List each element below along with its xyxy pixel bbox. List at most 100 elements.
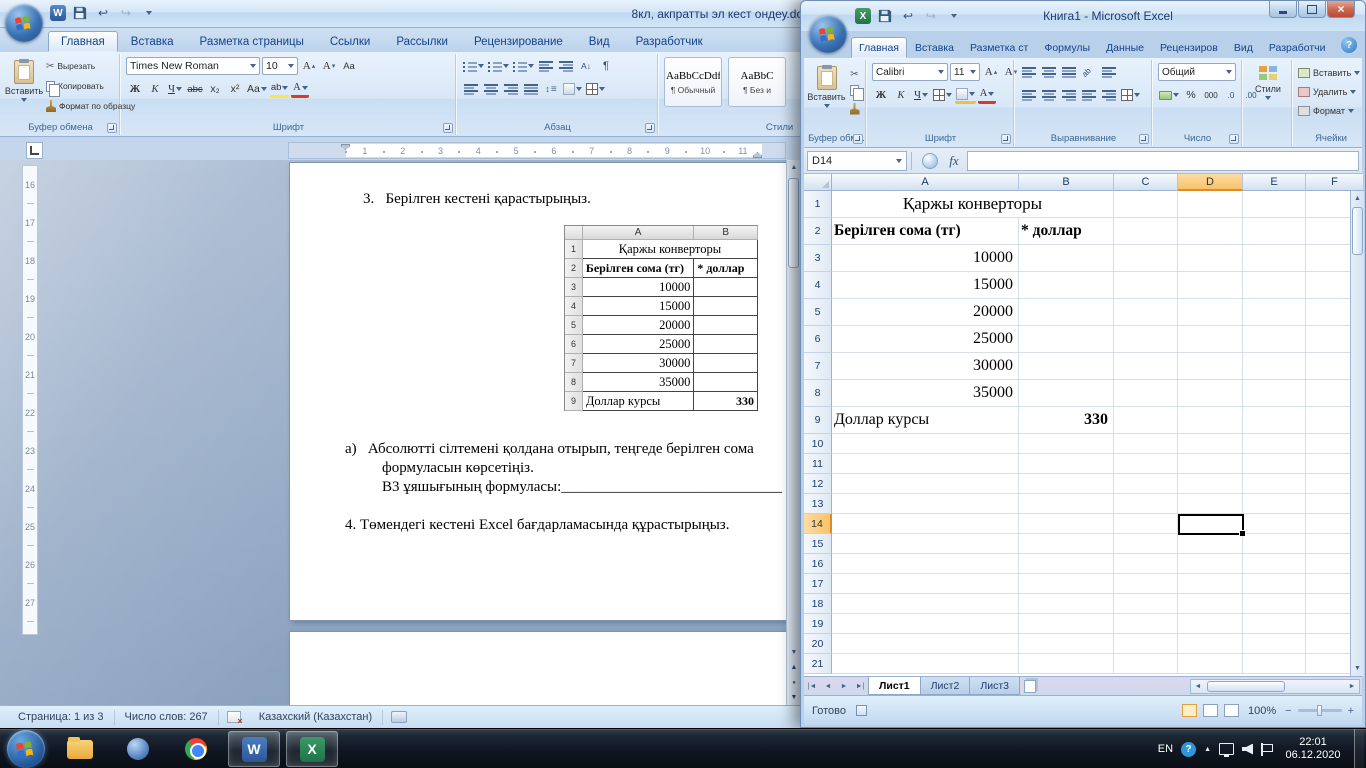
save-button[interactable] — [876, 7, 894, 25]
cell-D6[interactable] — [1178, 326, 1243, 353]
grow-font-button[interactable] — [982, 63, 1000, 81]
cell-A11[interactable] — [832, 454, 1019, 474]
cell-A15[interactable] — [832, 534, 1019, 554]
cell-B15[interactable] — [1019, 534, 1114, 554]
minimize-button[interactable] — [1269, 1, 1297, 18]
cell-A7[interactable]: 30000 — [832, 353, 1019, 380]
row-header-20[interactable]: 20 — [804, 634, 832, 654]
row-header-1[interactable]: 1 — [804, 191, 832, 218]
format-painter-button[interactable] — [846, 101, 863, 116]
clock[interactable]: 22:01 06.12.2020 — [1280, 736, 1346, 762]
cell-E12[interactable] — [1243, 474, 1306, 494]
cell-D17[interactable] — [1178, 574, 1243, 594]
save-button[interactable] — [71, 4, 89, 22]
select-all-button[interactable] — [804, 174, 832, 191]
cell-C3[interactable] — [1114, 245, 1178, 272]
taskbar-item-word[interactable] — [228, 731, 280, 767]
cell-styles-button[interactable]: Стили — [1248, 63, 1288, 129]
cell-E10[interactable] — [1243, 434, 1306, 454]
maximize-button[interactable] — [1298, 1, 1326, 18]
show-desktop-button[interactable] — [1354, 729, 1364, 768]
cut-button[interactable]: Вырезать — [46, 58, 95, 74]
action-center-icon[interactable] — [1261, 743, 1272, 756]
taskbar-item-chrome[interactable] — [170, 731, 222, 767]
cell-E7[interactable] — [1243, 353, 1306, 380]
cell-B9[interactable]: 330 — [1019, 407, 1114, 434]
undo-button[interactable] — [899, 7, 917, 25]
column-header-F[interactable]: F — [1306, 174, 1364, 191]
taskbar-item-explorer[interactable] — [54, 731, 106, 767]
cell-A17[interactable] — [832, 574, 1019, 594]
horizontal-ruler[interactable]: 1234567891011 — [288, 142, 786, 159]
row-header-11[interactable]: 11 — [804, 454, 832, 474]
row-header-10[interactable]: 10 — [804, 434, 832, 454]
excel-tab-Главная[interactable]: Главная — [851, 37, 907, 58]
scroll-right-button[interactable]: ► — [1345, 683, 1359, 690]
cell-D12[interactable] — [1178, 474, 1243, 494]
cell-E5[interactable] — [1243, 299, 1306, 326]
cell-D13[interactable] — [1178, 494, 1243, 514]
word-vscrollbar[interactable] — [786, 160, 800, 705]
cell-A20[interactable] — [832, 634, 1019, 654]
cell-E9[interactable] — [1243, 407, 1306, 434]
scroll-down-button[interactable] — [1351, 661, 1364, 676]
taskbar-item-excel[interactable] — [286, 731, 338, 767]
row-header-6[interactable]: 6 — [804, 326, 832, 353]
cell-E14[interactable] — [1243, 514, 1306, 534]
cell-E15[interactable] — [1243, 534, 1306, 554]
redo-button[interactable] — [922, 7, 940, 25]
show-hidden-icons-button[interactable] — [1204, 746, 1211, 753]
zoom-slider[interactable] — [1298, 709, 1342, 712]
cell-A4[interactable]: 15000 — [832, 272, 1019, 299]
row-header-12[interactable]: 12 — [804, 474, 832, 494]
accounting-format-button[interactable] — [1158, 86, 1180, 104]
formula-bar-button[interactable] — [922, 153, 938, 169]
row-header-13[interactable]: 13 — [804, 494, 832, 514]
excel-tab-Разметка ст[interactable]: Разметка ст — [962, 37, 1036, 58]
cell-A19[interactable] — [832, 614, 1019, 634]
font-dialog-launcher[interactable] — [1001, 134, 1011, 144]
row-header-21[interactable]: 21 — [804, 654, 832, 674]
align-top-button[interactable] — [1020, 63, 1038, 81]
highlight-button[interactable]: ab — [270, 80, 290, 98]
help-icon[interactable] — [1341, 37, 1357, 53]
undo-button[interactable] — [94, 4, 112, 22]
excel-vscrollbar[interactable] — [1350, 191, 1364, 676]
align-bottom-button[interactable] — [1060, 63, 1078, 81]
row-header-17[interactable]: 17 — [804, 574, 832, 594]
office-button[interactable] — [5, 4, 43, 42]
cell-B4[interactable] — [1019, 272, 1114, 299]
cell-B13[interactable] — [1019, 494, 1114, 514]
select-browse-object-button[interactable] — [787, 675, 801, 690]
tab-selector[interactable] — [26, 142, 43, 159]
name-box[interactable]: D14 — [807, 151, 907, 171]
cell-B8[interactable] — [1019, 380, 1114, 407]
cell-C13[interactable] — [1114, 494, 1178, 514]
insert-cells-button[interactable]: Вставить — [1298, 64, 1360, 81]
cell-D16[interactable] — [1178, 554, 1243, 574]
column-header-E[interactable]: E — [1243, 174, 1306, 191]
row-header-18[interactable]: 18 — [804, 594, 832, 614]
change-case-button[interactable]: Aa — [246, 80, 268, 98]
superscript-button[interactable]: x² — [226, 80, 244, 98]
cell-E4[interactable] — [1243, 272, 1306, 299]
language-indicator[interactable]: Казахский (Казахстан) — [249, 710, 383, 725]
row-header-5[interactable]: 5 — [804, 299, 832, 326]
cell-B2[interactable]: * доллар — [1019, 218, 1114, 245]
proofing-status-icon[interactable] — [227, 711, 241, 723]
copy-button[interactable]: Копировать — [46, 78, 104, 94]
cut-button[interactable] — [846, 65, 863, 80]
cell-A12[interactable] — [832, 474, 1019, 494]
cell-A3[interactable]: 10000 — [832, 245, 1019, 272]
word-tab-Разметка страницы[interactable]: Разметка страницы — [187, 31, 317, 52]
cell-A18[interactable] — [832, 594, 1019, 614]
cell-D18[interactable] — [1178, 594, 1243, 614]
scroll-up-button[interactable] — [787, 160, 801, 175]
font-color-button[interactable]: А — [978, 86, 996, 104]
column-header-B[interactable]: B — [1019, 174, 1114, 191]
cell-E21[interactable] — [1243, 654, 1306, 674]
cell-C9[interactable] — [1114, 407, 1178, 434]
cell-C1[interactable] — [1114, 191, 1178, 218]
next-sheet-button[interactable] — [836, 677, 852, 695]
cell-E1[interactable] — [1243, 191, 1306, 218]
